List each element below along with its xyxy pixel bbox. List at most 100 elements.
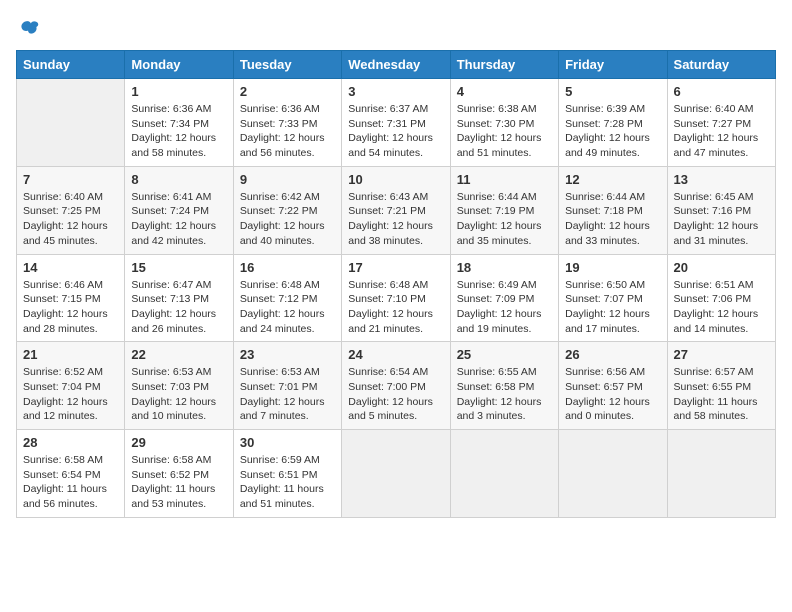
cell-content: Sunrise: 6:51 AMSunset: 7:06 PMDaylight:… (674, 278, 769, 337)
day-number: 9 (240, 172, 335, 187)
day-number: 24 (348, 347, 443, 362)
cell-content: Sunrise: 6:56 AMSunset: 6:57 PMDaylight:… (565, 365, 660, 424)
calendar-cell: 18 Sunrise: 6:49 AMSunset: 7:09 PMDayligh… (450, 254, 558, 342)
header-wednesday: Wednesday (342, 51, 450, 79)
calendar-table: SundayMondayTuesdayWednesdayThursdayFrid… (16, 50, 776, 518)
day-number: 14 (23, 260, 118, 275)
cell-content: Sunrise: 6:55 AMSunset: 6:58 PMDaylight:… (457, 365, 552, 424)
cell-content: Sunrise: 6:49 AMSunset: 7:09 PMDaylight:… (457, 278, 552, 337)
cell-content: Sunrise: 6:44 AMSunset: 7:19 PMDaylight:… (457, 190, 552, 249)
header-thursday: Thursday (450, 51, 558, 79)
calendar-cell (17, 79, 125, 167)
calendar-cell: 2 Sunrise: 6:36 AMSunset: 7:33 PMDaylight… (233, 79, 341, 167)
calendar-cell: 30Sunrise: 6:59 AMSunset: 6:51 PMDayligh… (233, 430, 341, 518)
calendar-week-row: 7 Sunrise: 6:40 AMSunset: 7:25 PMDaylight… (17, 166, 776, 254)
header-sunday: Sunday (17, 51, 125, 79)
cell-content: Sunrise: 6:53 AMSunset: 7:03 PMDaylight:… (131, 365, 226, 424)
header-friday: Friday (559, 51, 667, 79)
calendar-cell (667, 430, 775, 518)
cell-content: Sunrise: 6:41 AMSunset: 7:24 PMDaylight:… (131, 190, 226, 249)
cell-content: Sunrise: 6:40 AMSunset: 7:25 PMDaylight:… (23, 190, 118, 249)
calendar-cell: 23 Sunrise: 6:53 AMSunset: 7:01 PMDayligh… (233, 342, 341, 430)
calendar-cell: 6 Sunrise: 6:40 AMSunset: 7:27 PMDaylight… (667, 79, 775, 167)
calendar-cell: 11 Sunrise: 6:44 AMSunset: 7:19 PMDayligh… (450, 166, 558, 254)
logo-bird-icon (18, 16, 40, 38)
calendar-week-row: 14 Sunrise: 6:46 AMSunset: 7:15 PMDayligh… (17, 254, 776, 342)
calendar-cell: 25 Sunrise: 6:55 AMSunset: 6:58 PMDayligh… (450, 342, 558, 430)
day-number: 10 (348, 172, 443, 187)
cell-content: Sunrise: 6:40 AMSunset: 7:27 PMDaylight:… (674, 102, 769, 161)
calendar-cell: 19Sunrise: 6:50 AMSunset: 7:07 PMDayligh… (559, 254, 667, 342)
cell-content: Sunrise: 6:38 AMSunset: 7:30 PMDaylight:… (457, 102, 552, 161)
day-number: 27 (674, 347, 769, 362)
header-saturday: Saturday (667, 51, 775, 79)
cell-content: Sunrise: 6:58 AMSunset: 6:54 PMDaylight:… (23, 453, 118, 512)
day-number: 5 (565, 84, 660, 99)
day-number: 26 (565, 347, 660, 362)
calendar-cell: 20 Sunrise: 6:51 AMSunset: 7:06 PMDayligh… (667, 254, 775, 342)
day-number: 3 (348, 84, 443, 99)
cell-content: Sunrise: 6:53 AMSunset: 7:01 PMDaylight:… (240, 365, 335, 424)
calendar-week-row: 28 Sunrise: 6:58 AMSunset: 6:54 PMDayligh… (17, 430, 776, 518)
day-number: 2 (240, 84, 335, 99)
calendar-cell: 26 Sunrise: 6:56 AMSunset: 6:57 PMDayligh… (559, 342, 667, 430)
day-number: 1 (131, 84, 226, 99)
calendar-cell: 1 Sunrise: 6:36 AMSunset: 7:34 PMDaylight… (125, 79, 233, 167)
page-header (16, 16, 776, 38)
day-number: 21 (23, 347, 118, 362)
calendar-cell: 21Sunrise: 6:52 AMSunset: 7:04 PMDayligh… (17, 342, 125, 430)
day-number: 18 (457, 260, 552, 275)
calendar-cell (450, 430, 558, 518)
calendar-cell: 24 Sunrise: 6:54 AMSunset: 7:00 PMDayligh… (342, 342, 450, 430)
day-number: 17 (348, 260, 443, 275)
day-number: 12 (565, 172, 660, 187)
cell-content: Sunrise: 6:46 AMSunset: 7:15 PMDaylight:… (23, 278, 118, 337)
calendar-week-row: 21Sunrise: 6:52 AMSunset: 7:04 PMDayligh… (17, 342, 776, 430)
cell-content: Sunrise: 6:59 AMSunset: 6:51 PMDaylight:… (240, 453, 335, 512)
cell-content: Sunrise: 6:58 AMSunset: 6:52 PMDaylight:… (131, 453, 226, 512)
day-number: 28 (23, 435, 118, 450)
calendar-cell: 3 Sunrise: 6:37 AMSunset: 7:31 PMDaylight… (342, 79, 450, 167)
cell-content: Sunrise: 6:48 AMSunset: 7:10 PMDaylight:… (348, 278, 443, 337)
cell-content: Sunrise: 6:39 AMSunset: 7:28 PMDaylight:… (565, 102, 660, 161)
cell-content: Sunrise: 6:47 AMSunset: 7:13 PMDaylight:… (131, 278, 226, 337)
cell-content: Sunrise: 6:43 AMSunset: 7:21 PMDaylight:… (348, 190, 443, 249)
calendar-cell: 8 Sunrise: 6:41 AMSunset: 7:24 PMDaylight… (125, 166, 233, 254)
day-number: 6 (674, 84, 769, 99)
cell-content: Sunrise: 6:37 AMSunset: 7:31 PMDaylight:… (348, 102, 443, 161)
day-number: 23 (240, 347, 335, 362)
day-number: 13 (674, 172, 769, 187)
header-tuesday: Tuesday (233, 51, 341, 79)
calendar-cell: 12 Sunrise: 6:44 AMSunset: 7:18 PMDayligh… (559, 166, 667, 254)
calendar-cell: 16 Sunrise: 6:48 AMSunset: 7:12 PMDayligh… (233, 254, 341, 342)
day-number: 15 (131, 260, 226, 275)
cell-content: Sunrise: 6:54 AMSunset: 7:00 PMDaylight:… (348, 365, 443, 424)
day-number: 22 (131, 347, 226, 362)
cell-content: Sunrise: 6:48 AMSunset: 7:12 PMDaylight:… (240, 278, 335, 337)
day-number: 29 (131, 435, 226, 450)
calendar-cell: 4 Sunrise: 6:38 AMSunset: 7:30 PMDaylight… (450, 79, 558, 167)
cell-content: Sunrise: 6:50 AMSunset: 7:07 PMDaylight:… (565, 278, 660, 337)
day-number: 16 (240, 260, 335, 275)
calendar-cell: 9Sunrise: 6:42 AMSunset: 7:22 PMDaylight… (233, 166, 341, 254)
day-number: 25 (457, 347, 552, 362)
cell-content: Sunrise: 6:36 AMSunset: 7:34 PMDaylight:… (131, 102, 226, 161)
calendar-cell: 27 Sunrise: 6:57 AMSunset: 6:55 PMDayligh… (667, 342, 775, 430)
calendar-cell: 13 Sunrise: 6:45 AMSunset: 7:16 PMDayligh… (667, 166, 775, 254)
calendar-cell: 15 Sunrise: 6:47 AMSunset: 7:13 PMDayligh… (125, 254, 233, 342)
day-number: 11 (457, 172, 552, 187)
day-number: 4 (457, 84, 552, 99)
day-number: 7 (23, 172, 118, 187)
cell-content: Sunrise: 6:45 AMSunset: 7:16 PMDaylight:… (674, 190, 769, 249)
day-number: 8 (131, 172, 226, 187)
cell-content: Sunrise: 6:44 AMSunset: 7:18 PMDaylight:… (565, 190, 660, 249)
calendar-header-row: SundayMondayTuesdayWednesdayThursdayFrid… (17, 51, 776, 79)
cell-content: Sunrise: 6:36 AMSunset: 7:33 PMDaylight:… (240, 102, 335, 161)
cell-content: Sunrise: 6:57 AMSunset: 6:55 PMDaylight:… (674, 365, 769, 424)
day-number: 20 (674, 260, 769, 275)
calendar-cell: 14 Sunrise: 6:46 AMSunset: 7:15 PMDayligh… (17, 254, 125, 342)
calendar-cell: 7 Sunrise: 6:40 AMSunset: 7:25 PMDaylight… (17, 166, 125, 254)
calendar-week-row: 1 Sunrise: 6:36 AMSunset: 7:34 PMDaylight… (17, 79, 776, 167)
header-monday: Monday (125, 51, 233, 79)
calendar-cell (342, 430, 450, 518)
